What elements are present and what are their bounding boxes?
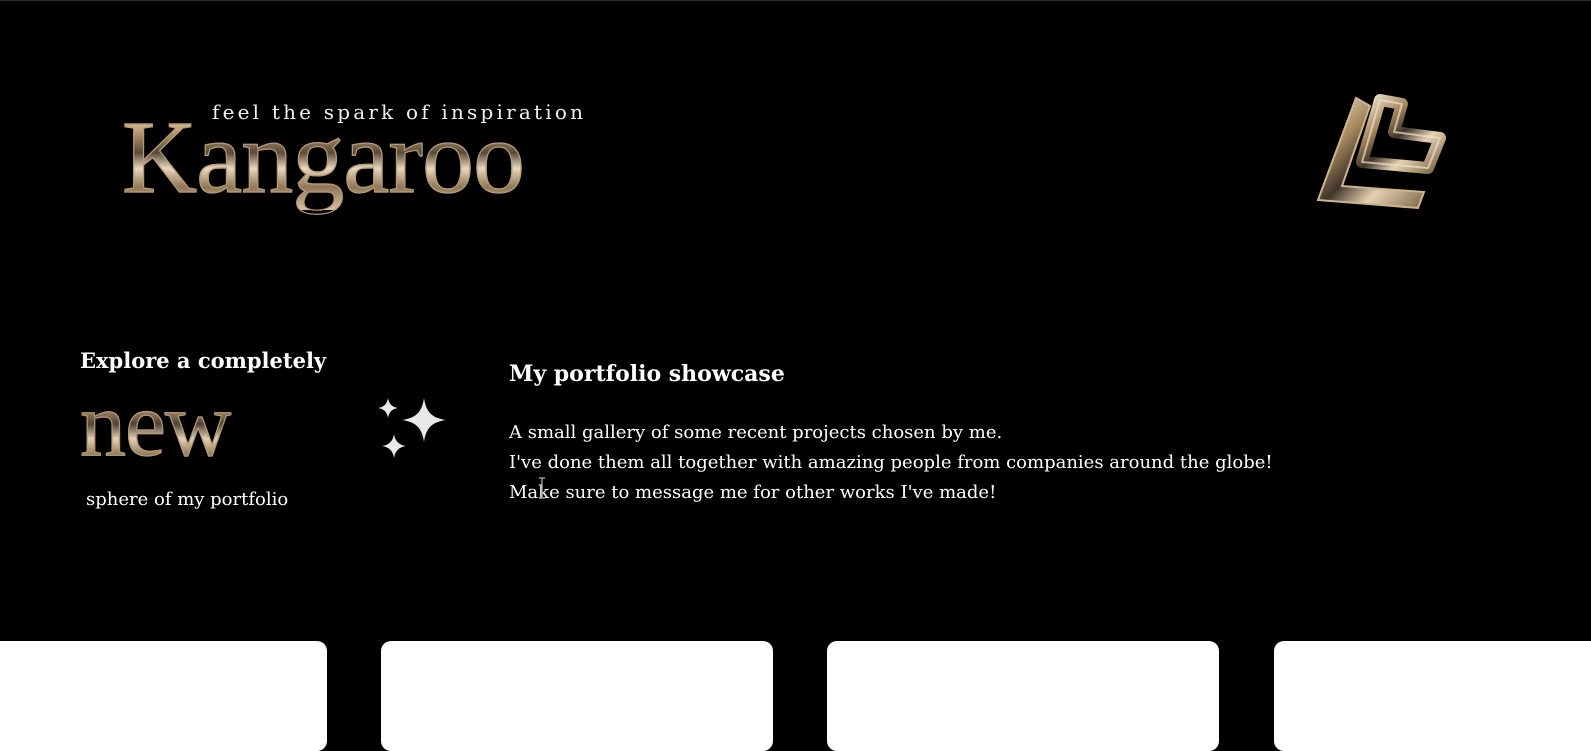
top-border	[0, 0, 1591, 1]
new-chrome-word: new	[79, 373, 231, 475]
showcase-line: Make sure to message me for other works …	[509, 482, 997, 503]
showcase-line: I've done them all together with amazing…	[509, 452, 1273, 473]
chrome-monogram-logo-icon[interactable]	[1308, 92, 1453, 217]
gallery-card[interactable]	[0, 641, 327, 751]
explore-subtitle: sphere of my portfolio	[86, 489, 289, 510]
sparkles-icon	[378, 398, 446, 458]
gallery-card[interactable]	[827, 641, 1219, 751]
brand-tagline: feel the spark of inspiration	[212, 100, 587, 124]
gallery-card[interactable]	[1274, 641, 1591, 751]
gallery-card[interactable]	[381, 641, 773, 751]
explore-heading: Explore a completely	[80, 348, 327, 373]
brand-logo[interactable]: Kangaroo feel the spark of inspiration	[121, 92, 602, 217]
showcase-heading: My portfolio showcase	[509, 361, 785, 387]
showcase-description: A small gallery of some recent projects …	[509, 418, 1273, 508]
showcase-line: A small gallery of some recent projects …	[509, 422, 1003, 443]
text-cursor-icon	[539, 477, 545, 499]
